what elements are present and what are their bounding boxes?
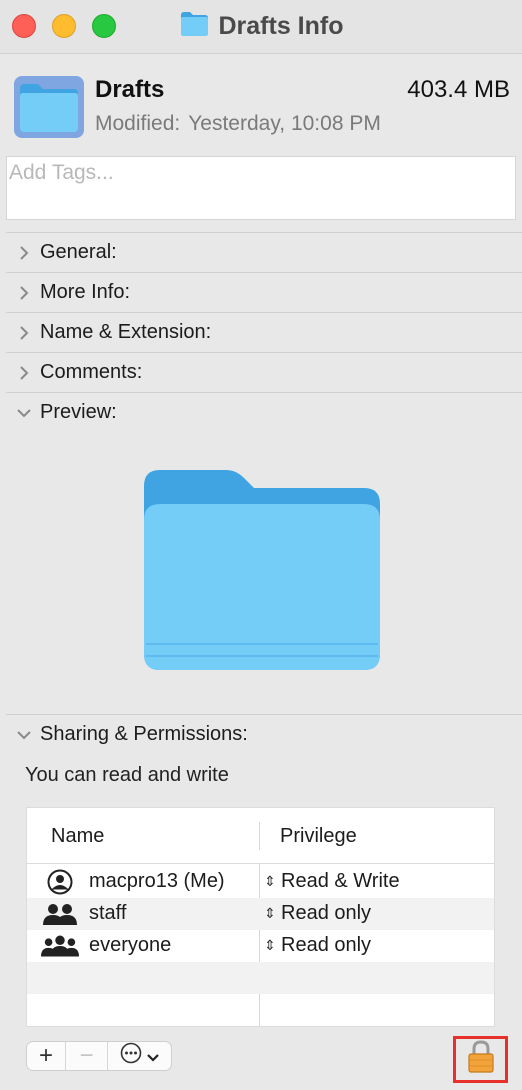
table-row[interactable]: macpro13 (Me) ⇕ Read & Write: [27, 866, 494, 898]
chevron-down-icon: [10, 393, 38, 433]
empty-row: [27, 994, 494, 1026]
privilege-value: Read & Write: [281, 870, 400, 892]
chevron-right-icon: [10, 353, 38, 393]
table-row[interactable]: everyone ⇕ Read only: [27, 930, 494, 962]
section-preview[interactable]: Preview:: [6, 392, 522, 432]
section-name-extension-label: Name & Extension:: [40, 321, 212, 343]
section-name-extension[interactable]: Name & Extension:: [6, 312, 522, 352]
folder-icon: [14, 76, 84, 143]
empty-row: [27, 962, 494, 994]
updown-arrows-icon: ⇕: [264, 873, 276, 889]
permissions-table: Name Privilege macpro13 (Me) ⇕ Read & Wr…: [26, 807, 495, 1027]
three-users-icon: [41, 933, 79, 959]
window-title: Drafts Info: [218, 11, 344, 40]
updown-arrows-icon: ⇕: [264, 905, 276, 921]
info-header: Drafts 403.4 MB Modified: Yesterday, 10:0…: [0, 54, 522, 154]
file-size: 403.4 MB: [407, 76, 510, 103]
chevron-right-icon: [10, 233, 38, 273]
section-general-label: General:: [40, 241, 117, 263]
column-divider: [259, 822, 260, 850]
add-user-button[interactable]: +: [27, 1042, 65, 1070]
user-name: staff: [89, 902, 127, 924]
column-header-privilege[interactable]: Privilege: [280, 825, 357, 848]
table-header: Name Privilege: [27, 808, 494, 864]
file-name: Drafts: [95, 76, 165, 103]
section-comments-label: Comments:: [40, 361, 143, 383]
privilege-select[interactable]: ⇕ Read & Write: [263, 870, 400, 893]
more-actions-button[interactable]: [107, 1042, 171, 1070]
user-circle-icon: [41, 869, 79, 895]
section-comments[interactable]: Comments:: [6, 352, 522, 392]
chevron-right-icon: [10, 313, 38, 353]
privilege-value: Read only: [281, 934, 372, 956]
section-more-info[interactable]: More Info:: [6, 272, 522, 312]
two-users-icon: [41, 901, 79, 927]
user-name: everyone: [89, 934, 172, 956]
folder-icon: [179, 11, 209, 42]
section-sharing[interactable]: Sharing & Permissions:: [6, 714, 522, 754]
permissions-toolbar: + −: [26, 1041, 172, 1071]
modified-value: Yesterday, 10:08 PM: [188, 112, 381, 135]
column-header-name[interactable]: Name: [51, 825, 104, 848]
permission-note: You can read and write: [25, 764, 229, 786]
title-bar: Drafts Info: [0, 0, 522, 54]
chevron-right-icon: [10, 273, 38, 313]
chevron-down-icon: [146, 1042, 160, 1070]
chevron-down-icon: [10, 715, 38, 755]
ellipsis-circle-icon: [120, 1042, 142, 1071]
modified-info: Modified: Yesterday, 10:08 PM: [95, 112, 389, 136]
table-row[interactable]: staff ⇕ Read only: [27, 898, 494, 930]
lock-button[interactable]: [453, 1036, 508, 1083]
tags-field[interactable]: Add Tags...: [6, 156, 516, 220]
lock-icon: [466, 1040, 496, 1079]
privilege-select[interactable]: ⇕ Read only: [263, 902, 371, 925]
section-preview-label: Preview:: [40, 401, 117, 423]
section-sharing-label: Sharing & Permissions:: [40, 723, 248, 745]
modified-label: Modified:: [95, 112, 181, 135]
window-title-group: Drafts Info: [0, 8, 522, 44]
preview-folder-icon: [142, 468, 382, 677]
updown-arrows-icon: ⇕: [264, 937, 276, 953]
user-name: macpro13 (Me): [89, 870, 225, 892]
privilege-select[interactable]: ⇕ Read only: [263, 934, 371, 957]
section-more-info-label: More Info:: [40, 281, 131, 303]
remove-user-button[interactable]: −: [65, 1042, 107, 1070]
section-general[interactable]: General:: [6, 232, 522, 272]
privilege-value: Read only: [281, 902, 372, 924]
